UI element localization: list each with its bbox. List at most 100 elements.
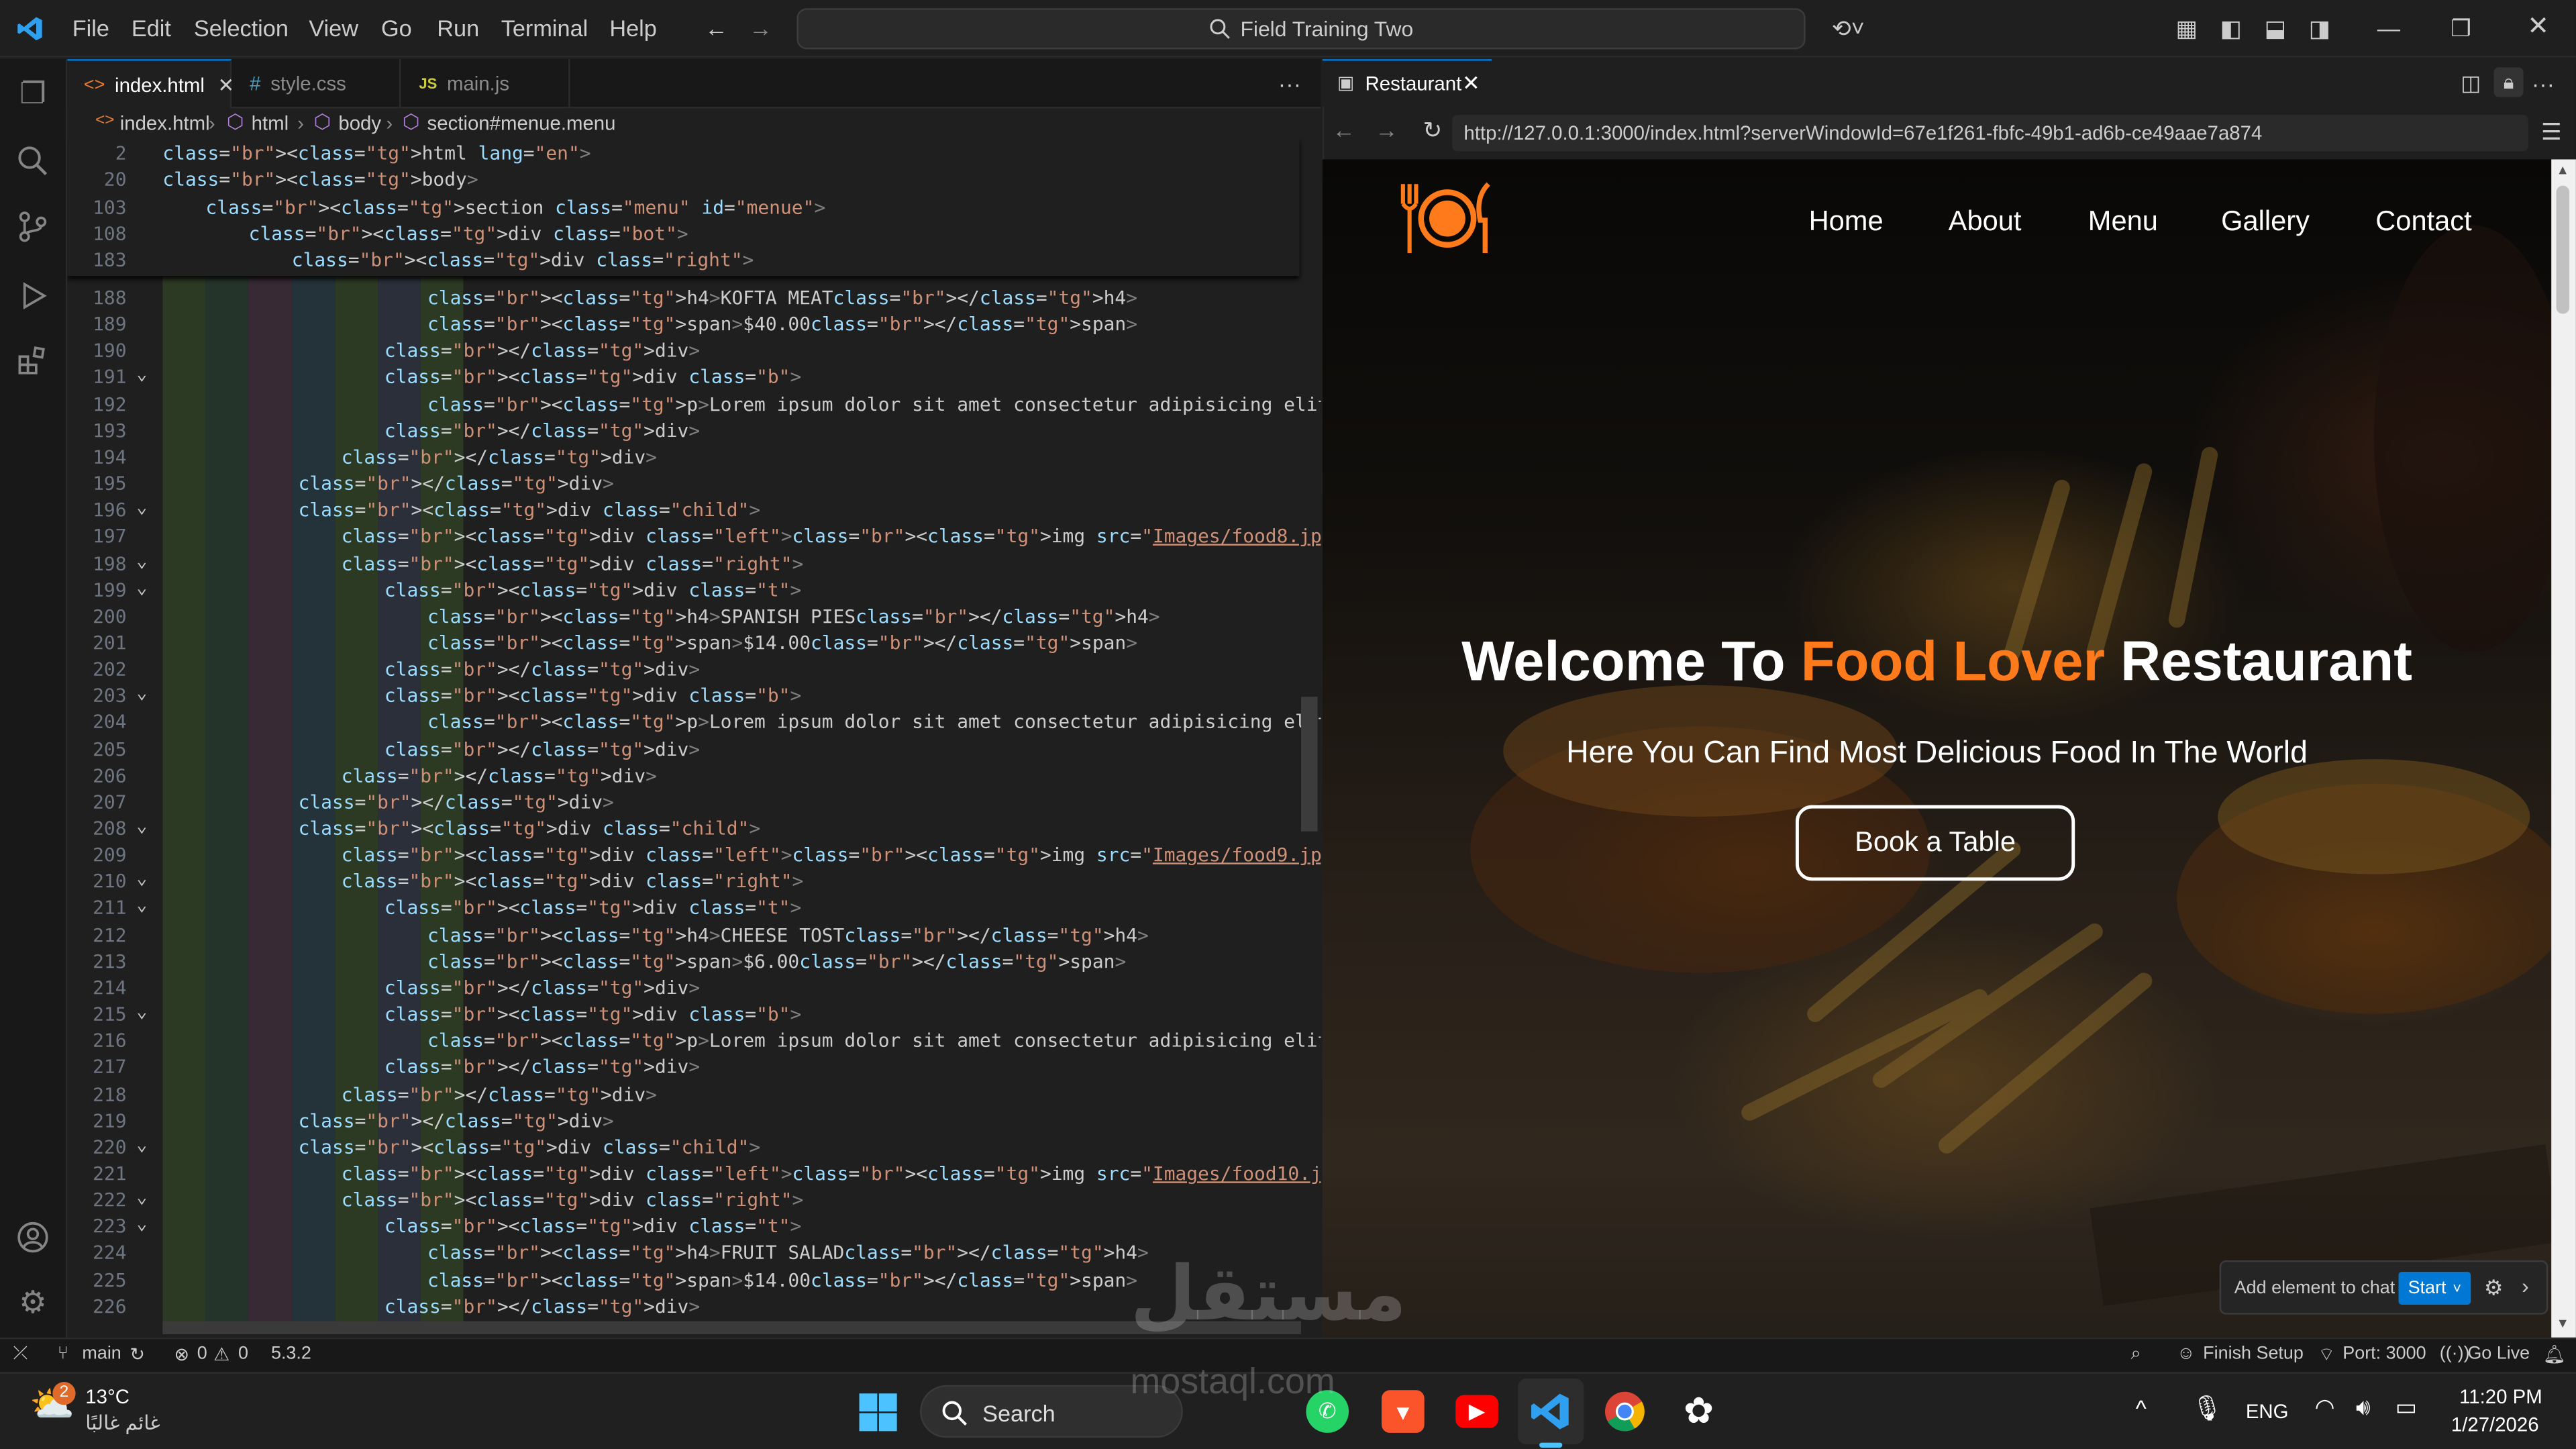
split-editor-icon[interactable]: ◫: [2458, 70, 2484, 97]
fold-chevron-icon[interactable]: ⌄: [136, 1001, 147, 1022]
lock-icon[interactable]: 🔒︎: [2493, 67, 2524, 97]
zoom-icon[interactable]: ⌕: [2130, 1344, 2141, 1366]
nav-home[interactable]: Home: [1809, 205, 1884, 238]
toggle-sidebar-icon[interactable]: ◧: [2218, 14, 2244, 41]
layout-customize-icon[interactable]: ▦: [2173, 14, 2200, 41]
microphone-icon[interactable]: 🎙︎: [2192, 1393, 2223, 1423]
breadcrumb-body[interactable]: body: [338, 111, 381, 134]
vscode-taskbar-icon[interactable]: [1529, 1390, 1572, 1433]
command-center[interactable]: Field Training Two: [796, 8, 1806, 50]
settings-gear-icon[interactable]: ⚙: [2484, 1275, 2504, 1301]
chrome-icon[interactable]: [1604, 1390, 1647, 1433]
breadcrumb-file[interactable]: index.html: [120, 111, 210, 134]
nav-about[interactable]: About: [1949, 205, 2022, 238]
fold-chevron-icon[interactable]: ⌄: [136, 576, 147, 597]
close-icon[interactable]: ✕: [2525, 13, 2551, 42]
toggle-secondary-sidebar-icon[interactable]: ◨: [2306, 14, 2332, 41]
restore-icon[interactable]: ❐: [2448, 14, 2474, 41]
fold-chevron-icon[interactable]: ⌄: [136, 815, 147, 836]
battery-icon[interactable]: ▭: [2395, 1393, 2417, 1421]
chevron-right-icon[interactable]: ›: [2522, 1273, 2529, 1298]
book-table-button[interactable]: Book a Table: [1795, 805, 2075, 881]
version-label[interactable]: 5.3.2: [271, 1344, 311, 1364]
error-count[interactable]: 0: [197, 1344, 207, 1364]
brave-icon[interactable]: ▼: [1382, 1390, 1425, 1433]
start-button[interactable]: Start ˅: [2398, 1271, 2471, 1305]
toggle-panel-icon[interactable]: ⬓: [2262, 14, 2288, 41]
youtube-icon[interactable]: ▶: [1455, 1395, 1498, 1428]
more-actions-icon[interactable]: ···: [1276, 70, 1302, 97]
clock-time[interactable]: 11:20 PM: [2459, 1385, 2542, 1408]
scroll-down-icon[interactable]: ▼: [2557, 1316, 2569, 1331]
breadcrumb-html[interactable]: html: [252, 111, 289, 134]
nav-contact[interactable]: Contact: [2375, 205, 2471, 238]
extensions-icon[interactable]: [16, 345, 49, 378]
menu-help[interactable]: Help: [609, 15, 657, 41]
volume-icon[interactable]: 🔊︎: [2356, 1393, 2371, 1421]
finish-setup[interactable]: Finish Setup: [2203, 1344, 2304, 1364]
tab-style-css[interactable]: # style.css: [234, 59, 401, 109]
close-tab-icon[interactable]: ✕: [218, 73, 235, 96]
close-tab-icon[interactable]: ✕: [1462, 70, 1480, 97]
browser-vertical-scrollbar[interactable]: ▲ ▼: [2551, 159, 2576, 1338]
browser-forward-icon[interactable]: →: [1374, 117, 1400, 143]
fold-chevron-icon[interactable]: ⌄: [136, 868, 147, 889]
language-indicator[interactable]: ENG: [2246, 1400, 2289, 1423]
reload-icon[interactable]: ↻: [1419, 116, 1445, 143]
menu-selection[interactable]: Selection: [194, 15, 289, 41]
notifications-bell-icon[interactable]: 🔔︎: [2543, 1344, 2566, 1365]
fold-chevron-icon[interactable]: ⌄: [136, 1213, 147, 1234]
clock-date[interactable]: 1/27/2026: [2451, 1413, 2539, 1436]
go-live-button[interactable]: Go Live: [2467, 1344, 2530, 1364]
search-icon[interactable]: [16, 144, 49, 177]
run-debug-icon[interactable]: [16, 279, 49, 312]
account-icon[interactable]: [16, 1221, 49, 1254]
menu-go[interactable]: Go: [381, 15, 412, 41]
remote-icon[interactable]: ⤫: [13, 1344, 28, 1366]
weather-condition[interactable]: غائم غالبًا: [85, 1411, 160, 1434]
address-bar[interactable]: http://127.0.0.1:3000/index.html?serverW…: [1452, 115, 2528, 152]
settings-gear-icon[interactable]: ⚙: [15, 1285, 51, 1321]
port-label[interactable]: Port: 3000: [2342, 1344, 2426, 1364]
scrollbar-thumb[interactable]: [2556, 185, 2570, 314]
explorer-icon[interactable]: ❐: [15, 76, 51, 112]
nav-gallery[interactable]: Gallery: [2221, 205, 2310, 238]
breadcrumb-section[interactable]: section#menue.menu: [427, 111, 616, 134]
menu-run[interactable]: Run: [437, 15, 479, 41]
tab-restaurant[interactable]: ▣ Restaurant ✕: [1322, 59, 1492, 107]
fold-chevron-icon[interactable]: ⌄: [136, 550, 147, 571]
fold-chevron-icon[interactable]: ⌄: [136, 1134, 147, 1155]
menu-file[interactable]: File: [72, 15, 109, 41]
sync-icon[interactable]: ↻: [130, 1344, 145, 1365]
temperature[interactable]: 13°C: [85, 1385, 130, 1408]
more-actions-icon[interactable]: ···: [2530, 70, 2556, 97]
chatgpt-icon[interactable]: ✿: [1678, 1390, 1720, 1433]
scroll-up-icon[interactable]: ▲: [2557, 162, 2569, 177]
hamburger-menu-icon[interactable]: ☰: [2538, 117, 2565, 144]
branch-name[interactable]: main: [82, 1344, 121, 1364]
nav-menu[interactable]: Menu: [2088, 205, 2158, 238]
fold-chevron-icon[interactable]: ⌄: [136, 895, 147, 916]
menu-view[interactable]: View: [309, 15, 358, 41]
fold-chevron-icon[interactable]: ⌄: [136, 497, 147, 518]
minimize-icon[interactable]: —: [2375, 15, 2402, 41]
warning-count[interactable]: 0: [238, 1344, 248, 1364]
browser-back-icon[interactable]: ←: [1331, 117, 1357, 143]
wifi-icon[interactable]: ◠: [2315, 1393, 2335, 1421]
forward-arrow-icon[interactable]: →: [748, 15, 774, 41]
restaurant-logo-icon[interactable]: [1398, 181, 1497, 256]
source-control-icon[interactable]: [16, 210, 49, 243]
fold-chevron-icon[interactable]: ⌄: [136, 364, 147, 385]
fold-chevron-icon[interactable]: ⌄: [136, 1187, 147, 1208]
fold-chevron-icon[interactable]: ⌄: [136, 683, 147, 704]
tab-main-js[interactable]: JS main.js: [403, 59, 570, 109]
tab-index-html[interactable]: <> index.html ✕: [67, 59, 234, 109]
editor-scrollbar[interactable]: [1301, 697, 1318, 832]
back-arrow-icon[interactable]: ←: [703, 15, 729, 41]
copilot-icon[interactable]: ⟲˅: [1824, 14, 1873, 41]
menu-edit[interactable]: Edit: [132, 15, 171, 41]
windows-start-icon[interactable]: [858, 1392, 898, 1433]
code-editor[interactable]: 2 class="br"><class="tg">html lang="en"> 2…: [67, 138, 1321, 1338]
chevron-up-icon[interactable]: ^: [2136, 1395, 2147, 1421]
menu-terminal[interactable]: Terminal: [501, 15, 588, 41]
